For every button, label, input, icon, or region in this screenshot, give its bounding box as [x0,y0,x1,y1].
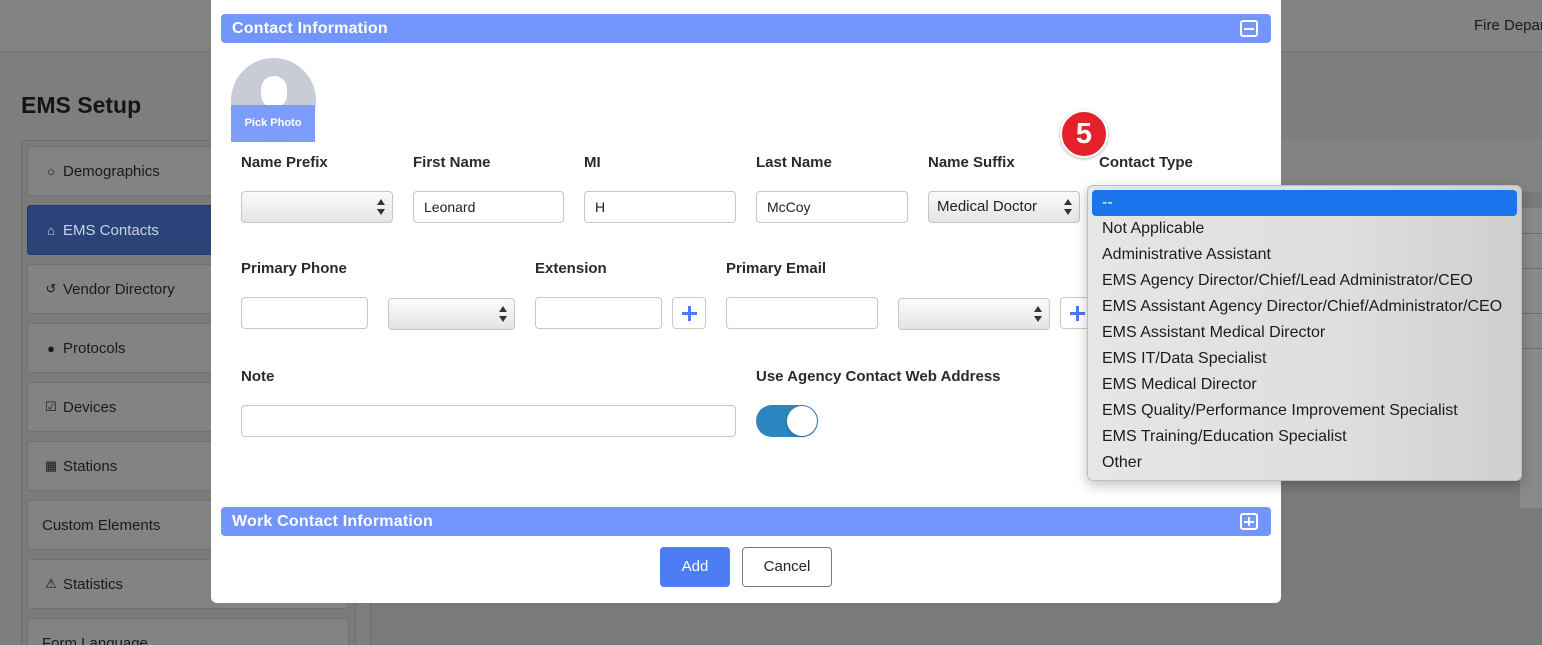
dropdown-option[interactable]: EMS Training/Education Specialist [1088,424,1521,450]
name-suffix-label: Name Suffix [928,154,1015,171]
expand-plus-icon[interactable] [1240,513,1258,530]
mi-label: MI [584,154,601,171]
page-title: EMS Setup [21,92,142,118]
divider [1520,313,1542,314]
dropdown-option[interactable]: EMS Assistant Agency Director/Chief/Admi… [1088,294,1521,320]
sidebar-item-label: EMS Contacts [63,221,159,239]
extension-label: Extension [535,260,607,277]
sidebar-item-label: Statistics [63,575,124,593]
home-icon: ⌂ [47,222,55,238]
sidebar-item-label: Custom Elements [42,516,161,534]
primary-email-input[interactable] [726,297,878,329]
note-input[interactable] [241,405,736,437]
avatar-head-shape [261,76,287,108]
email-type-select[interactable] [898,298,1050,330]
dropdown-option[interactable]: EMS Assistant Medical Director [1088,320,1521,346]
select-arrows-icon [499,306,507,322]
primary-phone-input[interactable] [241,297,368,329]
building-icon: ▦ [44,458,58,473]
sidebar-item-label: Form Language [42,634,148,645]
step-badge: 5 [1060,110,1108,158]
dropdown-option[interactable]: EMS Quality/Performance Improvement Spec… [1088,398,1521,424]
name-suffix-select[interactable]: Medical Doctor [928,191,1080,223]
dropdown-option[interactable]: EMS Medical Director [1088,372,1521,398]
divider [1520,233,1542,234]
name-suffix-value: Medical Doctor [937,198,1038,215]
extension-input[interactable] [535,297,662,329]
last-name-label: Last Name [756,154,832,171]
primary-email-label: Primary Email [726,260,827,277]
section-title: Work Contact Information [232,513,433,530]
dropdown-option[interactable]: Not Applicable [1088,216,1521,242]
sidebar-item-label: Devices [63,398,117,416]
pick-photo-button[interactable]: Pick Photo [231,58,316,143]
pick-photo-label: Pick Photo [231,105,315,142]
divider [1520,268,1542,269]
content-table-edge [1520,208,1542,508]
user-icon: ● [47,340,55,356]
first-name-input[interactable]: Leonard [413,191,564,223]
select-arrows-icon [1064,199,1072,215]
warning-icon: ⚠ [45,576,57,591]
dropdown-option[interactable]: EMS IT/Data Specialist [1088,346,1521,372]
sidebar-item-form-language[interactable]: Form Language [27,618,349,645]
use-agency-web-label: Use Agency Contact Web Address [756,368,1001,385]
dropdown-option[interactable]: EMS Agency Director/Chief/Lead Administr… [1088,268,1521,294]
select-arrows-icon [1034,306,1042,322]
primary-phone-label: Primary Phone [241,260,347,277]
first-name-label: First Name [413,154,491,171]
contact-information-header[interactable]: Contact Information [221,14,1271,43]
section-title: Contact Information [232,20,388,37]
note-label: Note [241,368,275,385]
use-agency-web-toggle[interactable] [756,405,818,437]
circle-icon: ○ [47,163,55,179]
mi-input[interactable]: H [584,191,736,223]
sidebar-item-label: Vendor Directory [63,280,175,298]
contact-type-dropdown[interactable]: -- Not Applicable Administrative Assista… [1087,185,1522,481]
collapse-minus-icon[interactable] [1240,20,1258,37]
dropdown-option[interactable]: Other [1088,450,1521,476]
select-arrows-icon [377,199,385,215]
dropdown-option[interactable]: Administrative Assistant [1088,242,1521,268]
history-icon: ↺ [45,281,57,296]
sidebar-item-label: Protocols [63,339,126,357]
divider [1520,348,1542,349]
contact-type-label: Contact Type [1099,154,1193,171]
work-contact-information-header[interactable]: Work Contact Information [221,507,1271,536]
phone-type-select[interactable] [388,298,515,330]
add-button[interactable]: Add [660,547,730,587]
name-prefix-select[interactable] [241,191,393,223]
sidebar-item-label: Stations [63,457,118,475]
toggle-knob [787,406,817,436]
dropdown-option[interactable]: -- [1092,190,1517,216]
add-phone-plus-icon[interactable] [672,297,706,329]
sidebar-item-label: Demographics [63,162,160,180]
cancel-button[interactable]: Cancel [742,547,832,587]
agency-name: Fire Depar [1474,17,1542,34]
last-name-input[interactable]: McCoy [756,191,908,223]
name-prefix-label: Name Prefix [241,154,328,171]
checkbox-icon: ☑ [45,399,57,414]
